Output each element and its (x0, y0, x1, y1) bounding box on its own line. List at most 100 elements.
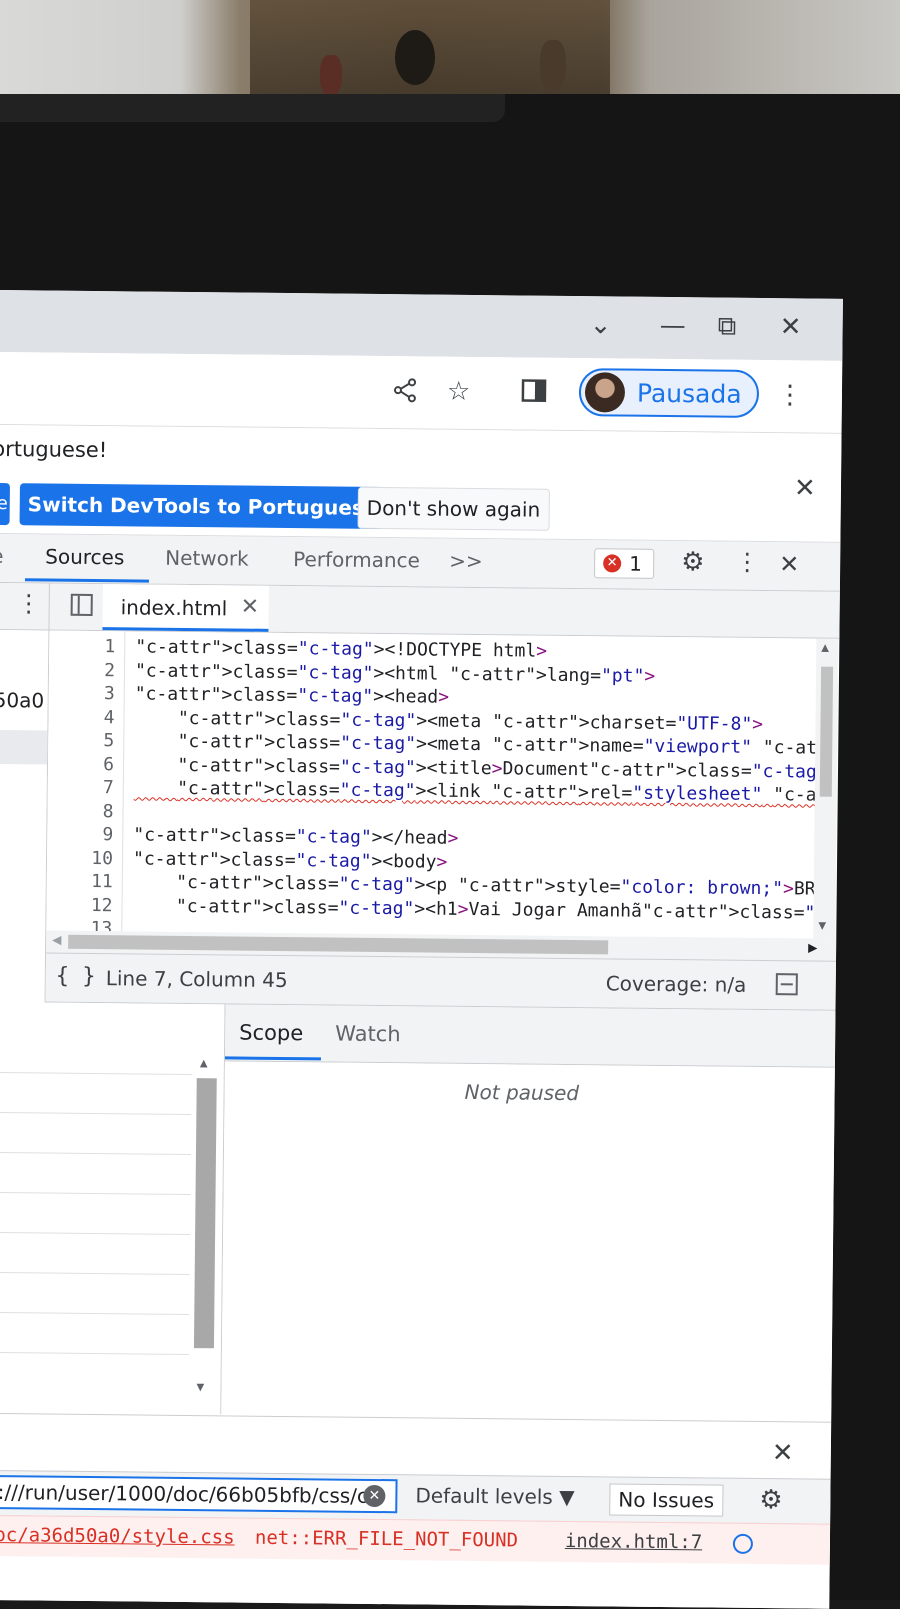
line-number[interactable]: 12 (46, 893, 112, 918)
line-number[interactable]: 10 (47, 846, 113, 871)
editor-vertical-scrollbar[interactable]: ▲ ▼ (813, 639, 838, 939)
coverage-status: Coverage: n/a (606, 971, 747, 996)
settings-gear-icon[interactable]: ⚙ (681, 547, 705, 577)
panel-row-divider (0, 1112, 191, 1115)
console-filter-input[interactable]: e:///run/user/1000/doc/66b05bfb/css/c ✕ (0, 1475, 398, 1513)
scroll-up-icon[interactable]: ▲ (200, 1058, 208, 1069)
line-number[interactable]: 1 (49, 635, 115, 660)
infobar-button-partial[interactable]: e (0, 483, 10, 525)
error-text: net::ERR_FILE_NOT_FOUND (255, 1527, 518, 1552)
more-tabs-button[interactable]: >> (449, 549, 483, 573)
side-panel-icon[interactable] (521, 377, 547, 410)
line-number[interactable]: 7 (48, 776, 114, 801)
close-infobar-icon[interactable]: ✕ (794, 473, 816, 503)
title-bar: ⌄ — ⧉ ✕ (0, 290, 843, 361)
panel-row-divider (0, 1152, 191, 1155)
line-number[interactable]: 2 (49, 658, 115, 683)
toggle-drawer-icon[interactable] (776, 973, 798, 995)
scroll-down-icon[interactable]: ▼ (818, 921, 826, 932)
profile-button[interactable]: Pausada (579, 368, 759, 418)
active-tab-indicator (25, 578, 149, 582)
error-count-badge[interactable]: ✕ 1 (594, 548, 654, 579)
toggle-navigator-icon[interactable] (71, 594, 93, 616)
tab-performance[interactable]: Performance (293, 547, 420, 572)
panel-row-divider (0, 1312, 189, 1315)
panel-row-divider (0, 1272, 190, 1275)
console-settings-gear-icon[interactable]: ⚙ (759, 1485, 783, 1515)
line-number[interactable]: 6 (48, 752, 114, 777)
scrollbar-thumb[interactable] (68, 935, 608, 955)
infobar-message: ortuguese! (0, 437, 107, 462)
close-devtools-icon[interactable]: ✕ (779, 550, 799, 578)
tab-sources[interactable]: Sources (45, 544, 124, 569)
file-navigator: 50a0 (0, 630, 49, 1019)
tab-watch[interactable]: Watch (335, 1022, 401, 1047)
line-number[interactable]: 4 (48, 705, 114, 730)
network-request-icon[interactable] (733, 1534, 753, 1554)
line-number[interactable]: 3 (49, 682, 115, 707)
code-editor[interactable]: 1"c-attr">class="c-tag"><!DOCTYPE html>2… (46, 631, 819, 939)
scope-panel: Not paused (221, 1061, 835, 1420)
scroll-up-icon[interactable]: ▲ (821, 643, 829, 654)
tab-network[interactable]: Network (165, 546, 249, 571)
line-number[interactable]: 11 (47, 870, 113, 895)
panel-row-divider (0, 1232, 190, 1235)
file-tab-label: index.html (121, 595, 228, 620)
not-paused-message: Not paused (465, 1080, 580, 1105)
devtools-tab-bar: e Sources Network Performance >> ✕ 1 ⚙ ⋮… (0, 534, 840, 592)
restore-icon[interactable]: ⧉ (717, 312, 736, 342)
switch-language-button[interactable]: Switch DevTools to Portuguese (20, 483, 386, 529)
console-drawer: s ✕ e:///run/user/1000/doc/66b05bfb/css/… (0, 1413, 831, 1609)
background-object (320, 55, 342, 95)
clear-filter-icon[interactable]: ✕ (363, 1485, 385, 1507)
background-object (540, 40, 566, 90)
browser-window: ⌄ — ⧉ ✕ ☆ Pausada ⋮ ortuguese! e Switch … (0, 290, 843, 1609)
close-drawer-icon[interactable]: ✕ (772, 1438, 794, 1468)
issues-button[interactable]: No Issues (609, 1483, 723, 1516)
share-icon[interactable] (391, 376, 419, 411)
background-room (0, 0, 900, 98)
error-resource-link[interactable]: loc/a36d50a0/style.css (0, 1524, 235, 1549)
devtools-menu-icon[interactable]: ⋮ (735, 548, 759, 576)
tab-partial[interactable]: e (0, 544, 4, 568)
devtools-language-infobar: ortuguese! e Switch DevTools to Portugue… (0, 425, 842, 543)
browser-toolbar: ☆ Pausada ⋮ (0, 352, 842, 434)
profile-name: Pausada (637, 379, 742, 409)
scroll-left-icon[interactable]: ◀ (52, 933, 61, 947)
scroll-down-icon[interactable]: ▼ (196, 1382, 204, 1393)
cursor-position: Line 7, Column 45 (106, 966, 288, 992)
background-object (395, 30, 435, 85)
debugger-sidebar-panel: ▲ ▼ (0, 1002, 226, 1414)
close-file-icon[interactable]: ✕ (241, 595, 260, 620)
tab-search-icon[interactable]: ⌄ (590, 310, 612, 340)
navigator-item[interactable]: 50a0 (0, 688, 44, 713)
error-icon: ✕ (603, 554, 621, 572)
close-window-icon[interactable]: ✕ (779, 312, 801, 342)
line-number[interactable]: 5 (48, 729, 114, 754)
navigator-menu-icon[interactable]: ⋮ (17, 589, 41, 617)
panel-row-divider (0, 1192, 191, 1195)
filter-value: e:///run/user/1000/doc/66b05bfb/css/c (0, 1480, 368, 1508)
log-levels-dropdown[interactable]: Default levels ▼ (415, 1483, 574, 1509)
active-tab-indicator (225, 1056, 321, 1060)
line-number[interactable]: 9 (47, 823, 113, 848)
star-icon[interactable]: ☆ (447, 377, 471, 407)
divider (48, 584, 49, 630)
kebab-menu-icon[interactable]: ⋮ (777, 380, 803, 410)
pretty-print-icon[interactable]: { } (56, 964, 96, 989)
scrollbar-thumb[interactable] (820, 667, 833, 797)
laptop-lid-edge (0, 94, 505, 122)
panel-row-divider (0, 1072, 192, 1075)
tab-scope[interactable]: Scope (239, 1021, 303, 1046)
scope-watch-tabs: Scope Watch (225, 1004, 836, 1067)
editor-status-bar: { } Line 7, Column 45 Coverage: n/a (46, 953, 836, 1011)
scroll-right-icon[interactable]: ▶ (808, 940, 817, 954)
file-tab-index-html[interactable]: index.html ✕ (102, 584, 268, 632)
error-source-link[interactable]: index.html:7 (565, 1530, 703, 1553)
navigator-selected-item[interactable] (0, 730, 47, 765)
minimize-icon[interactable]: — (660, 311, 686, 341)
dont-show-again-button[interactable]: Don't show again (358, 487, 550, 531)
line-number[interactable]: 8 (47, 799, 113, 824)
scrollbar-thumb[interactable] (194, 1078, 217, 1348)
panel-row-divider (0, 1352, 189, 1355)
